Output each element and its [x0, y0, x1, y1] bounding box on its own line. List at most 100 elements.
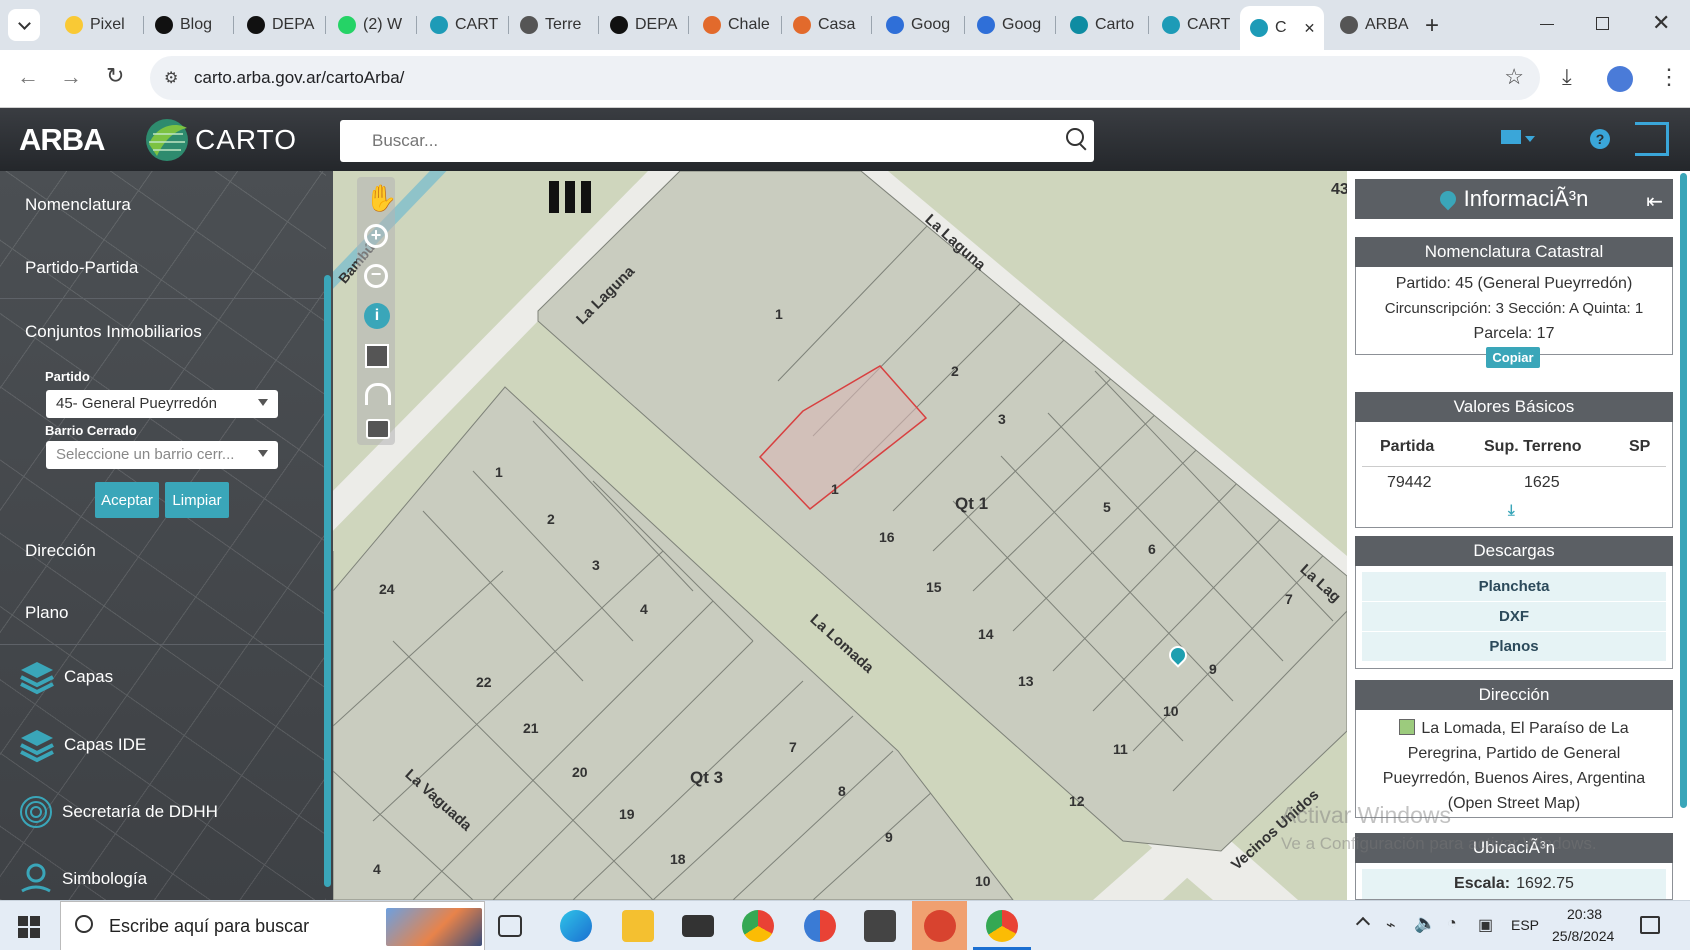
- browser-tab[interactable]: Terre: [510, 8, 596, 42]
- browser-tab[interactable]: CART: [1152, 8, 1238, 42]
- tab-search-button[interactable]: [8, 9, 40, 41]
- tab-label: Terre: [545, 16, 582, 33]
- browser-tab[interactable]: Chale: [693, 8, 779, 42]
- partido-select-value: 45- General Pueyrredón: [56, 395, 217, 412]
- panel-scrollbar[interactable]: [1680, 173, 1687, 808]
- sidebar-item-ddhh[interactable]: Secretaría de DDHH: [18, 794, 218, 830]
- volume-icon[interactable]: 🔈: [1414, 913, 1436, 934]
- site-settings-icon[interactable]: ⚙: [164, 68, 178, 88]
- browser-tab[interactable]: DEPA: [600, 8, 686, 42]
- download-icon[interactable]: ⤓: [1562, 64, 1572, 90]
- sidebar-item-simbologia[interactable]: Simbología: [18, 861, 147, 897]
- windows-start-icon[interactable]: [18, 916, 40, 938]
- new-tab-button[interactable]: +: [1425, 12, 1439, 40]
- zoom-in-icon[interactable]: +: [364, 224, 388, 248]
- logout-icon[interactable]: [1635, 122, 1669, 156]
- sidebar-item-capas-ide[interactable]: Capas IDE: [18, 726, 146, 764]
- profile-avatar[interactable]: [1607, 66, 1633, 92]
- language-indicator[interactable]: ESP: [1511, 917, 1539, 933]
- select-area-icon[interactable]: [365, 344, 389, 368]
- browser-tab[interactable]: Blog: [145, 8, 231, 42]
- download-dxf[interactable]: DXF: [1362, 602, 1666, 632]
- address-bar[interactable]: ⚙ carto.arba.gov.ar/cartoArba/ ☆: [150, 56, 1540, 100]
- restore-button[interactable]: [1596, 17, 1609, 30]
- browser-tab[interactable]: Pixel: [55, 8, 141, 42]
- simbologia-label: Simbología: [62, 869, 148, 888]
- close-window-button[interactable]: ✕: [1652, 10, 1670, 36]
- mail-app-icon[interactable]: [682, 915, 714, 937]
- tab-separator: [598, 16, 599, 34]
- app-swirl-icon[interactable]: [804, 910, 836, 942]
- info-tool-icon[interactable]: i: [364, 303, 390, 329]
- sidebar-item-direccion[interactable]: Dirección: [25, 541, 96, 561]
- sidebar-item-plano[interactable]: Plano: [25, 603, 68, 623]
- print-icon[interactable]: [366, 419, 390, 439]
- accept-button[interactable]: Aceptar: [95, 482, 159, 518]
- barrio-select[interactable]: Seleccione un barrio cerr...: [46, 441, 278, 469]
- chrome-icon[interactable]: [742, 910, 774, 942]
- mail-icon[interactable]: [1501, 130, 1521, 144]
- tab-favicon-icon: [1070, 16, 1088, 34]
- sidebar-item-partido-partida[interactable]: Partido-Partida: [25, 258, 138, 278]
- back-button[interactable]: ←: [17, 64, 39, 90]
- file-explorer-icon[interactable]: [622, 910, 654, 942]
- partido-select[interactable]: 45- General Pueyrredón: [46, 390, 278, 418]
- zoom-out-icon[interactable]: −: [364, 264, 388, 288]
- help-icon[interactable]: ?: [1590, 129, 1610, 149]
- url-text[interactable]: carto.arba.gov.ar/cartoArba/: [194, 68, 404, 88]
- recorder-icon[interactable]: [924, 910, 956, 942]
- forward-button[interactable]: →: [60, 64, 82, 90]
- browser-tab[interactable]: (2) W: [328, 8, 414, 42]
- network-battery-icon[interactable]: ⌁: [1386, 915, 1396, 935]
- browser-tab[interactable]: Carto: [1060, 8, 1146, 42]
- mail-dropdown-icon[interactable]: [1525, 136, 1535, 142]
- task-view-icon[interactable]: [498, 915, 522, 937]
- clear-button[interactable]: Limpiar: [165, 482, 229, 518]
- lot-number: 11: [1113, 741, 1128, 757]
- measure-icon[interactable]: [365, 383, 391, 405]
- download-icon[interactable]: ⤓: [1508, 502, 1515, 519]
- close-tab-icon[interactable]: ✕: [1304, 20, 1316, 37]
- nomenclatura-box: Partido: 45 (General Pueyrredón) Circuns…: [1355, 267, 1673, 368]
- browser-tab-strip: Pixel Blog DEPA (2) W CART Terre DEPA Chale Casa…: [0, 0, 1690, 50]
- arba-logo[interactable]: ARBA: [19, 122, 106, 158]
- show-hidden-icons[interactable]: [1355, 916, 1371, 932]
- clock-time[interactable]: 20:38: [1567, 906, 1602, 922]
- browser-tab[interactable]: DEPA: [237, 8, 323, 42]
- pan-hand-icon[interactable]: ✋: [365, 183, 397, 214]
- carto-logo[interactable]: CARTO: [143, 116, 297, 164]
- reload-button[interactable]: ↻: [106, 63, 124, 89]
- tab-favicon-icon: [155, 16, 173, 34]
- edge-icon[interactable]: [560, 910, 592, 942]
- device-icon[interactable]: ▣: [1478, 915, 1493, 935]
- notifications-icon[interactable]: [1640, 916, 1660, 934]
- browser-tab[interactable]: Casa: [783, 8, 869, 42]
- minimize-button[interactable]: [1540, 24, 1554, 25]
- browser-menu-icon[interactable]: ⋮: [1658, 64, 1680, 90]
- sidebar-scrollbar[interactable]: [324, 275, 331, 887]
- browser-tab[interactable]: C ✕: [1240, 6, 1324, 50]
- collapse-panel-icon[interactable]: ⇤: [1646, 189, 1663, 214]
- sidebar-item-nomenclatura[interactable]: Nomenclatura: [25, 195, 131, 215]
- calculator-icon[interactable]: [864, 910, 896, 942]
- wifi-icon[interactable]: ◔: [1447, 915, 1457, 933]
- sidebar-item-capas[interactable]: Capas: [18, 658, 113, 696]
- search-input[interactable]: [372, 120, 1052, 162]
- map-view[interactable]: 43 La Laguna La Laguna La Lomada La Vaguada V…: [333, 171, 1347, 900]
- tab-label: Goog: [911, 16, 951, 33]
- search-box[interactable]: [340, 120, 1094, 162]
- browser-tab[interactable]: Goog: [967, 8, 1053, 42]
- tab-separator: [233, 16, 234, 34]
- download-plancheta[interactable]: Plancheta: [1362, 572, 1666, 602]
- clock-date[interactable]: 25/8/2024: [1552, 928, 1614, 944]
- copy-button[interactable]: Copiar: [1486, 347, 1540, 368]
- browser-tab[interactable]: Goog: [876, 8, 962, 42]
- map-layout-icon[interactable]: [549, 181, 595, 213]
- chrome-profile-icon[interactable]: [986, 910, 1018, 942]
- taskbar-search[interactable]: Escribe aquí para buscar: [60, 901, 485, 950]
- browser-tab[interactable]: ARBA: [1330, 8, 1416, 42]
- browser-tab[interactable]: CART: [420, 8, 506, 42]
- sidebar-item-conjuntos[interactable]: Conjuntos Inmobiliarios: [25, 322, 202, 342]
- star-icon[interactable]: ☆: [1504, 64, 1524, 90]
- download-planos[interactable]: Planos: [1362, 632, 1666, 662]
